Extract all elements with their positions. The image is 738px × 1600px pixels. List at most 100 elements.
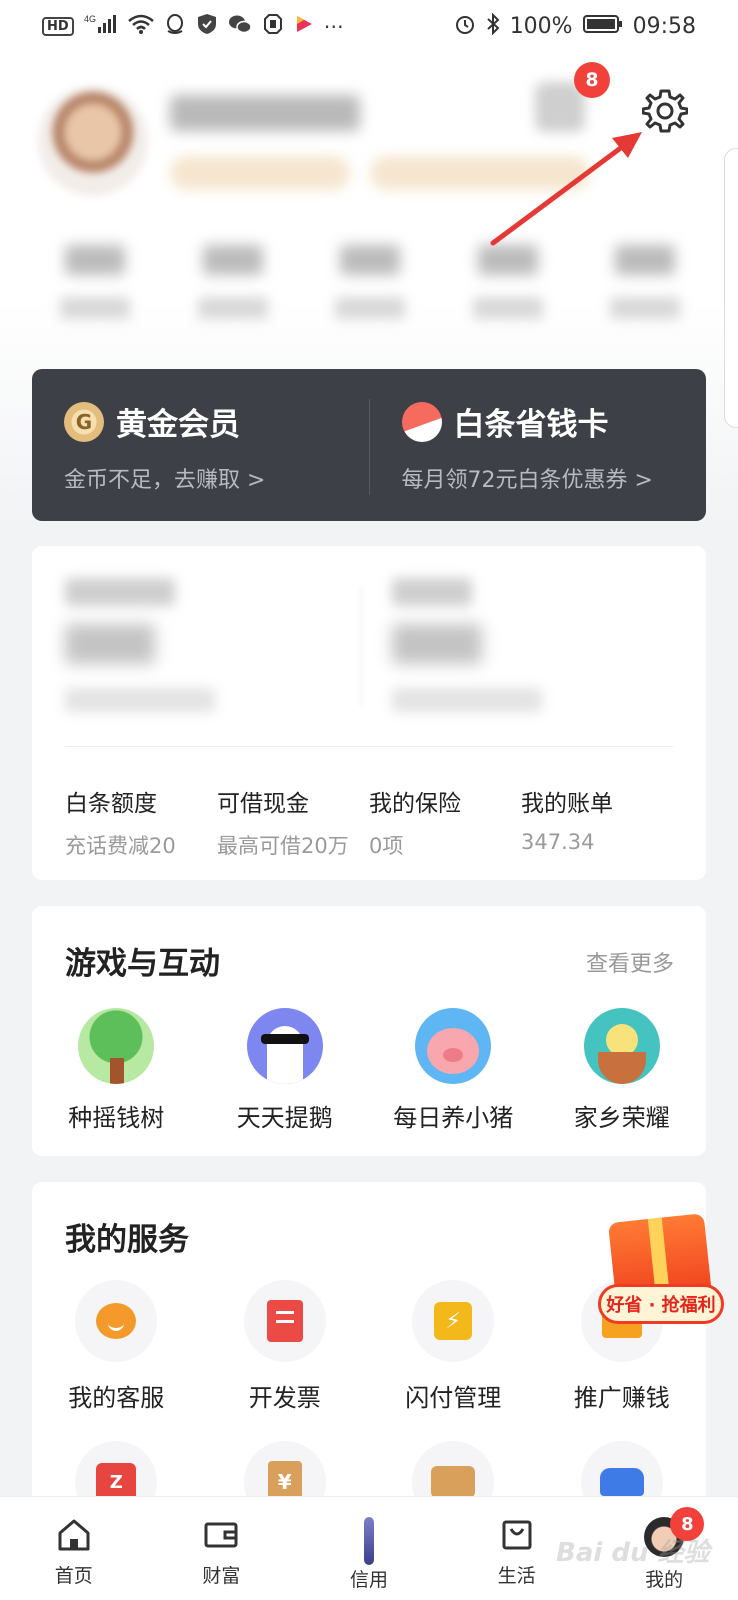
quick-link-title: 可借现金 bbox=[217, 791, 309, 817]
car-icon bbox=[599, 1468, 644, 1496]
asset-block-blurred[interactable] bbox=[65, 578, 215, 712]
alarm-icon bbox=[454, 13, 476, 40]
username-blurred bbox=[170, 95, 360, 131]
assets-card: 白条额度 充话费减20 可借现金 最高可借20万 我的保险 0项 我的账单 34… bbox=[32, 546, 706, 880]
quick-link-cash-loan[interactable]: 可借现金 最高可借20万 bbox=[217, 784, 369, 860]
quick-link-title: 白条额度 bbox=[65, 791, 157, 817]
service-label: 闪付管理 bbox=[405, 1384, 502, 1412]
side-panel-edge bbox=[724, 148, 738, 428]
game-hometown[interactable]: 家乡荣耀 bbox=[538, 1008, 707, 1133]
nav-label: 生活 bbox=[497, 1565, 536, 1587]
nav-item-life[interactable]: 生活 bbox=[443, 1497, 591, 1600]
service-customer-service[interactable]: 我的客服 bbox=[32, 1280, 201, 1413]
asset-block-blurred[interactable] bbox=[392, 578, 542, 712]
game-pig[interactable]: 每日养小猪 bbox=[369, 1008, 538, 1133]
nav-item-wealth[interactable]: 财富 bbox=[148, 1497, 296, 1600]
settings-button[interactable] bbox=[638, 84, 692, 138]
qq-icon bbox=[164, 13, 186, 40]
bottom-nav: 首页 财富 信用 生活 我的 8 bbox=[0, 1496, 738, 1600]
shield-icon bbox=[196, 13, 218, 40]
baitiao-card-title-row: 白条省钱卡 bbox=[401, 399, 675, 444]
nav-label: 信用 bbox=[349, 1569, 388, 1591]
card-wallet-icon bbox=[431, 1466, 476, 1498]
service-flash-pay[interactable]: ⚡ 闪付管理 bbox=[369, 1280, 538, 1413]
game-label: 种摇钱树 bbox=[68, 1104, 165, 1132]
baitiao-card-subtitle: 每月领72元白条优惠券 > bbox=[401, 468, 653, 493]
shopping-bag-icon bbox=[502, 1520, 532, 1550]
hand-icon bbox=[262, 13, 284, 40]
nav-label: 我的 bbox=[645, 1569, 684, 1591]
service-label: 推广赚钱 bbox=[573, 1384, 670, 1412]
gear-icon bbox=[642, 89, 688, 133]
nav-item-mine[interactable]: 我的 8 bbox=[590, 1497, 738, 1600]
games-more-link[interactable]: 查看更多 bbox=[586, 946, 674, 978]
account-stats-row bbox=[40, 245, 700, 319]
stat-item[interactable] bbox=[40, 245, 150, 319]
game-label: 每日养小猪 bbox=[393, 1104, 514, 1132]
quick-link-subtitle: 最高可借20万 bbox=[217, 834, 349, 858]
assets-divider-line bbox=[65, 746, 673, 747]
bluetooth-icon bbox=[486, 12, 500, 40]
status-bar-left: HD 4G ⋯ bbox=[42, 13, 344, 40]
nav-badge: 8 bbox=[670, 1507, 705, 1541]
clock-time: 09:58 bbox=[632, 13, 696, 39]
baitiao-card-title: 白条省钱卡 bbox=[453, 407, 609, 443]
gold-member-subtitle: 金币不足，去赚取 > bbox=[64, 468, 266, 493]
notification-badge: 8 bbox=[574, 62, 610, 98]
battery-icon bbox=[582, 13, 623, 40]
service-label: 开发票 bbox=[248, 1384, 321, 1412]
benefit-tag-blurred[interactable] bbox=[370, 156, 590, 190]
quick-link-baitiao-limit[interactable]: 白条额度 充话费减20 bbox=[65, 784, 217, 860]
nav-item-home[interactable]: 首页 bbox=[0, 1497, 148, 1600]
hometown-icon bbox=[583, 1008, 660, 1084]
baitiao-card-entry[interactable]: 白条省钱卡 每月领72元白条优惠券 > bbox=[368, 399, 707, 495]
goose-icon bbox=[246, 1008, 323, 1084]
credit-icon bbox=[363, 1517, 374, 1565]
quick-link-bill[interactable]: 我的账单 347.34 bbox=[521, 784, 673, 860]
home-icon bbox=[58, 1519, 90, 1551]
stat-item[interactable] bbox=[590, 245, 700, 319]
invoice-icon bbox=[266, 1300, 303, 1342]
status-bar-right: 100% 09:58 bbox=[454, 12, 696, 40]
game-goose[interactable]: 天天提鹅 bbox=[201, 1008, 370, 1133]
service-invoice[interactable]: 开发票 bbox=[201, 1280, 370, 1413]
gold-member-entry[interactable]: G 黄金会员 金币不足，去赚取 > bbox=[32, 369, 369, 521]
baitiao-card-icon bbox=[401, 401, 442, 442]
quick-link-subtitle: 347.34 bbox=[521, 830, 595, 854]
battery-percent: 100% bbox=[509, 13, 573, 39]
profile-header: 8 bbox=[0, 60, 738, 428]
quick-link-title: 我的保险 bbox=[369, 791, 461, 817]
money-tree-icon bbox=[78, 1008, 155, 1084]
game-label: 家乡荣耀 bbox=[573, 1104, 670, 1132]
member-level-tag-blurred[interactable] bbox=[170, 156, 350, 190]
stat-item[interactable] bbox=[315, 245, 425, 319]
quick-link-insurance[interactable]: 我的保险 0项 bbox=[369, 784, 521, 860]
flash-pay-icon: ⚡ bbox=[434, 1302, 473, 1340]
wechat-icon bbox=[228, 13, 252, 40]
quick-link-subtitle: 0项 bbox=[369, 834, 404, 858]
stat-item[interactable] bbox=[453, 245, 563, 319]
games-card: 游戏与互动 查看更多 种摇钱树 天天提鹅 每日养小猪 家乡荣耀 bbox=[32, 906, 706, 1156]
asset-divider bbox=[360, 586, 362, 706]
video-app-icon bbox=[294, 13, 314, 40]
customer-service-icon bbox=[96, 1303, 137, 1339]
game-money-tree[interactable]: 种摇钱树 bbox=[32, 1008, 201, 1133]
stat-item[interactable] bbox=[178, 245, 288, 319]
promo-float-button[interactable]: 好省 · 抢福利 bbox=[598, 1213, 724, 1330]
svg-text:4G: 4G bbox=[84, 14, 96, 24]
status-bar: HD 4G ⋯ 100% 09:58 bbox=[0, 0, 738, 52]
services-section-title: 我的服务 bbox=[65, 1222, 189, 1258]
pig-icon bbox=[415, 1008, 492, 1084]
gold-member-title: 黄金会员 bbox=[116, 407, 240, 443]
nav-item-credit[interactable]: 信用 bbox=[295, 1497, 443, 1600]
user-avatar[interactable] bbox=[38, 86, 148, 196]
quick-link-subtitle: 充话费减20 bbox=[65, 834, 176, 858]
gold-coin-icon: G bbox=[64, 401, 104, 442]
service-label: 我的客服 bbox=[68, 1384, 165, 1412]
games-section-title: 游戏与互动 bbox=[65, 946, 220, 982]
wallet-icon bbox=[204, 1522, 238, 1548]
nav-label: 财富 bbox=[202, 1565, 241, 1587]
wifi-icon bbox=[127, 13, 154, 40]
quick-links-row: 白条额度 充话费减20 可借现金 最高可借20万 我的保险 0项 我的账单 34… bbox=[65, 784, 673, 860]
membership-card: G 黄金会员 金币不足，去赚取 > 白条省钱卡 每月领72元白条优惠券 > bbox=[32, 369, 706, 521]
